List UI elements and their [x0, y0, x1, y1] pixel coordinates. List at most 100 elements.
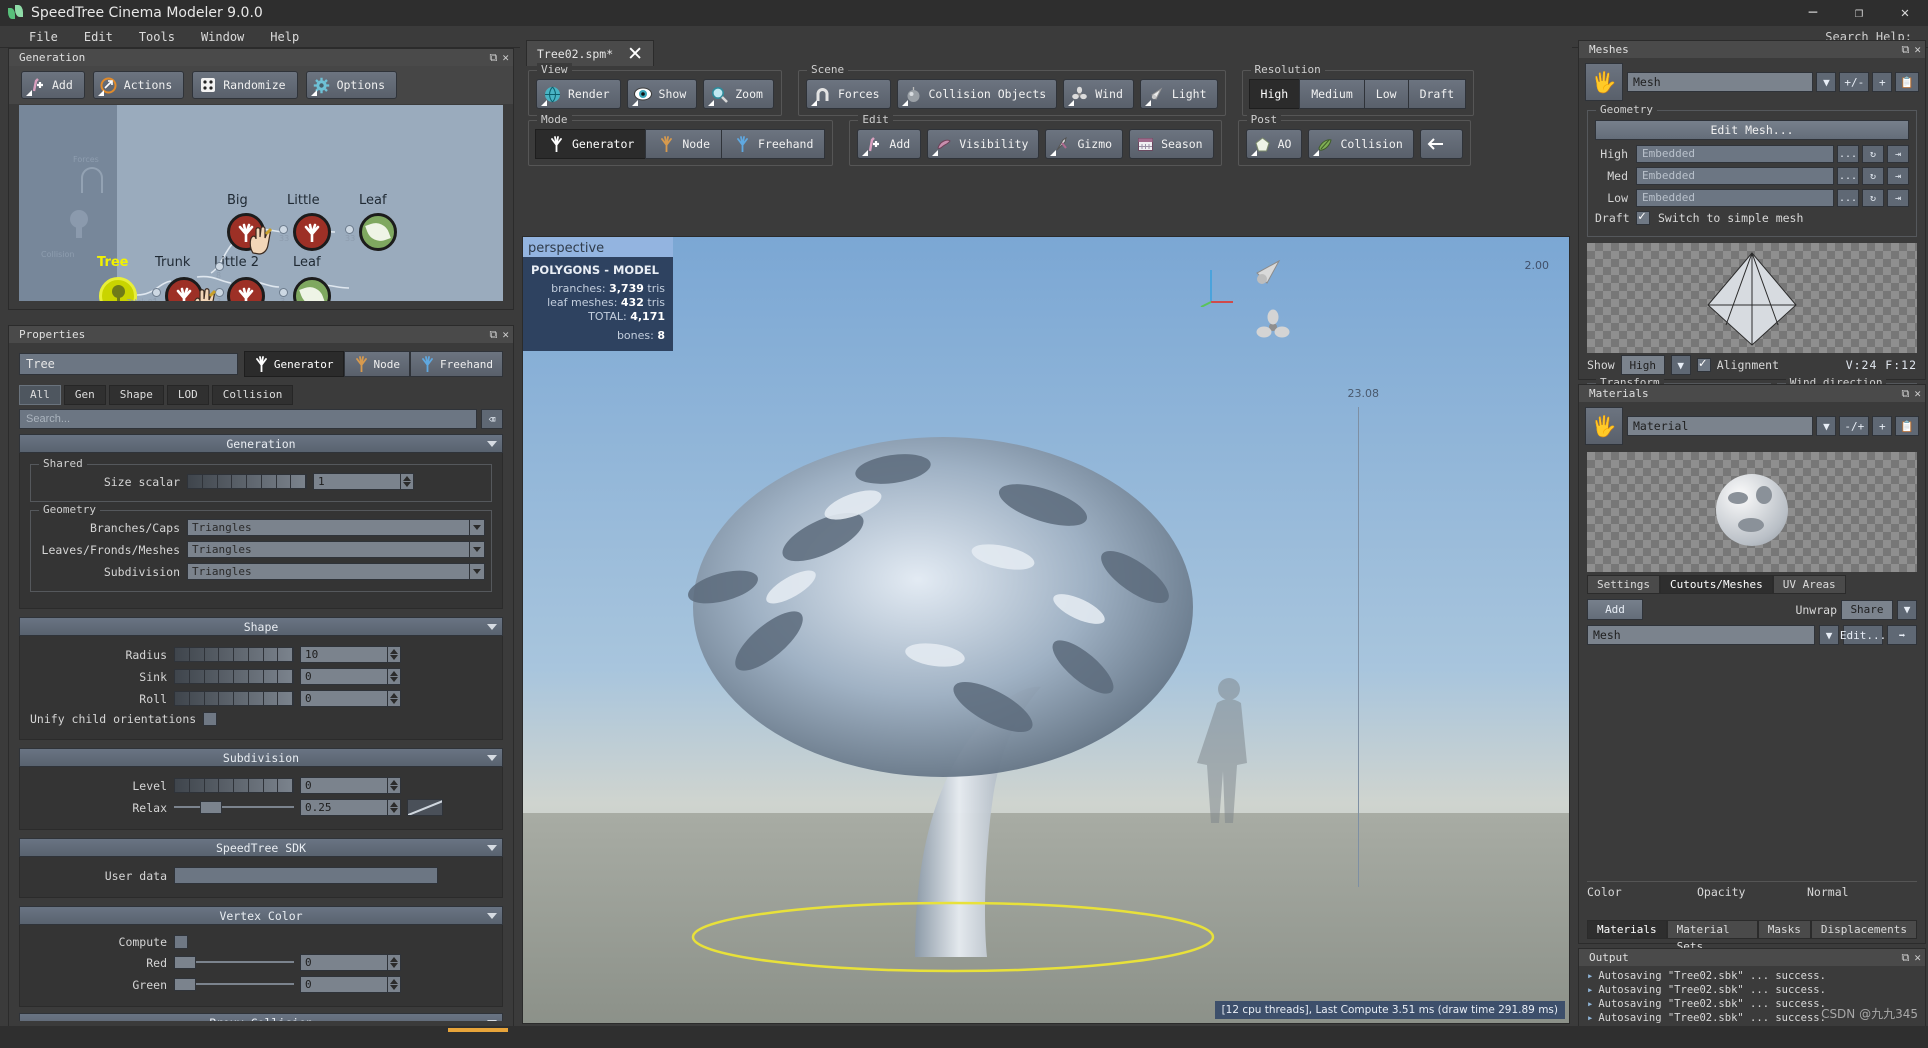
wind-button[interactable]: Wind	[1063, 79, 1134, 109]
mesh-low-input[interactable]: Embedded	[1636, 189, 1834, 207]
close-icon[interactable]: ✕	[1914, 951, 1921, 965]
browse-icon[interactable]: ...	[1837, 167, 1859, 185]
show-lod-combo[interactable]: High	[1620, 355, 1665, 375]
menu-tools[interactable]: Tools	[126, 26, 188, 48]
minus-plus-button[interactable]: -/+	[1839, 416, 1870, 436]
roll-stepper[interactable]	[388, 690, 401, 707]
browse-icon[interactable]: ...	[1837, 189, 1859, 207]
mesh-preview[interactable]	[1587, 243, 1917, 353]
paste-button[interactable]: 📋	[1895, 72, 1919, 92]
compute-checkbox[interactable]	[174, 935, 188, 949]
undock-icon[interactable]: ⧉	[490, 328, 498, 342]
tab-material-sets[interactable]: Material Sets	[1666, 920, 1758, 953]
green-stepper[interactable]	[388, 976, 401, 993]
search-input[interactable]	[19, 409, 477, 429]
chevron-down-icon[interactable]: ▼	[1670, 355, 1691, 375]
minimize-button[interactable]: ─	[1790, 0, 1836, 26]
zoom-button[interactable]: Zoom	[703, 79, 774, 109]
randomize-button[interactable]: Randomize	[192, 71, 298, 99]
mode-generator-button[interactable]: Generator	[535, 129, 647, 159]
clear-icon[interactable]: ⌫	[481, 409, 503, 429]
tab-uv-areas[interactable]: UV Areas	[1772, 575, 1846, 594]
undock-icon[interactable]: ⧉	[490, 51, 498, 65]
graph-connector[interactable]	[279, 225, 288, 234]
forces-button[interactable]: Forces	[805, 79, 891, 109]
roll-value[interactable]: 0	[300, 690, 388, 707]
level-value[interactable]: 0	[300, 777, 388, 794]
chevron-down-icon[interactable]	[470, 519, 485, 536]
sink-slider[interactable]	[174, 669, 294, 684]
collision-objects-button[interactable]: Collision Objects	[896, 79, 1058, 109]
generator-name-input[interactable]: Tree	[19, 353, 238, 375]
sink-stepper[interactable]	[388, 668, 401, 685]
tab-freehand[interactable]: Freehand	[410, 351, 503, 377]
hand-icon[interactable]: 🖐	[1585, 407, 1623, 445]
draft-simple-mesh-checkbox[interactable]	[1636, 209, 1650, 225]
section-vertex-color-header[interactable]: Vertex Color	[19, 906, 503, 925]
plus-minus-button[interactable]: +/-	[1839, 72, 1870, 92]
tab-displacements[interactable]: Displacements	[1810, 920, 1917, 939]
red-value[interactable]: 0	[300, 954, 388, 971]
size-scalar-stepper[interactable]	[401, 473, 414, 490]
add-cutout-button[interactable]: Add	[1587, 599, 1643, 620]
material-selector-combo[interactable]: Material	[1627, 416, 1814, 436]
add-mesh-button[interactable]: +	[1872, 72, 1893, 92]
level-stepper[interactable]	[388, 777, 401, 794]
close-icon[interactable]: ✕	[627, 44, 643, 63]
filter-shape[interactable]: Shape	[108, 385, 164, 405]
season-button[interactable]: Season	[1129, 129, 1214, 159]
tab-masks[interactable]: Masks	[1757, 920, 1811, 939]
red-stepper[interactable]	[388, 954, 401, 971]
mesh-med-input[interactable]: Embedded	[1636, 167, 1834, 185]
graph-node-little[interactable]	[293, 213, 331, 251]
post-back-button[interactable]	[1419, 129, 1463, 159]
gizmo-button[interactable]: Gizmo	[1045, 129, 1124, 159]
tab-cutouts-meshes[interactable]: Cutouts/Meshes	[1659, 575, 1773, 594]
tab-node[interactable]: Node	[343, 351, 411, 377]
cutout-mesh-combo[interactable]: Mesh	[1587, 625, 1815, 645]
tab-generator[interactable]: Generator	[243, 351, 344, 377]
undock-icon[interactable]: ⧉	[1902, 951, 1910, 965]
reload-icon[interactable]: ↻	[1862, 167, 1884, 185]
add-button[interactable]: Add	[21, 71, 85, 99]
radius-stepper[interactable]	[388, 646, 401, 663]
relax-curve-button[interactable]	[407, 799, 443, 816]
mode-node-button[interactable]: Node	[645, 129, 723, 159]
resolution-draft[interactable]: Draft	[1407, 79, 1467, 109]
filter-collision[interactable]: Collision	[211, 385, 294, 405]
chevron-down-icon[interactable]: ▼	[1816, 416, 1837, 436]
reload-icon[interactable]: ↻	[1862, 189, 1884, 207]
reload-icon[interactable]: ↻	[1862, 145, 1884, 163]
section-speedtree-sdk-header[interactable]: SpeedTree SDK	[19, 838, 503, 857]
mesh-selector-combo[interactable]: Mesh	[1627, 72, 1814, 92]
import-icon[interactable]: ⇥	[1887, 189, 1909, 207]
channel-opacity[interactable]: Opacity	[1697, 885, 1807, 899]
chevron-down-icon[interactable]: ▼	[1819, 625, 1839, 645]
mesh-high-input[interactable]: Embedded	[1636, 145, 1834, 163]
graph-node-leaf-top[interactable]	[359, 213, 397, 251]
filter-gen[interactable]: Gen	[63, 385, 106, 405]
browse-icon[interactable]: ...	[1837, 145, 1859, 163]
close-icon[interactable]: ✕	[502, 51, 509, 65]
3d-viewport[interactable]: perspective POLYGONS - MODEL branches: 3…	[522, 236, 1570, 1024]
hand-icon[interactable]: 🖐	[1585, 63, 1623, 101]
sink-value[interactable]: 0	[300, 668, 388, 685]
wind-gizmo-icon[interactable]	[1253, 307, 1293, 347]
channel-normal[interactable]: Normal	[1807, 885, 1917, 899]
close-icon[interactable]: ✕	[1914, 387, 1921, 401]
relax-stepper[interactable]	[388, 799, 401, 816]
chevron-down-icon[interactable]: ▼	[1897, 599, 1917, 620]
menu-file[interactable]: File	[16, 26, 71, 48]
alignment-checkbox[interactable]	[1696, 356, 1711, 372]
close-icon[interactable]: ✕	[1914, 43, 1921, 57]
tab-materials[interactable]: Materials	[1587, 920, 1667, 939]
red-slider[interactable]	[174, 955, 294, 970]
apply-arrow-button[interactable]: ➡	[1887, 625, 1917, 645]
menu-help[interactable]: Help	[257, 26, 312, 48]
leaves-fronds-meshes-combo[interactable]: Triangles	[187, 541, 470, 558]
options-button[interactable]: Options	[305, 71, 398, 99]
light-button[interactable]: Light	[1139, 79, 1218, 109]
close-button[interactable]: ✕	[1882, 0, 1928, 26]
light-gizmo-icon[interactable]	[1249, 257, 1289, 291]
subdivision-geom-combo[interactable]: Triangles	[187, 563, 470, 580]
